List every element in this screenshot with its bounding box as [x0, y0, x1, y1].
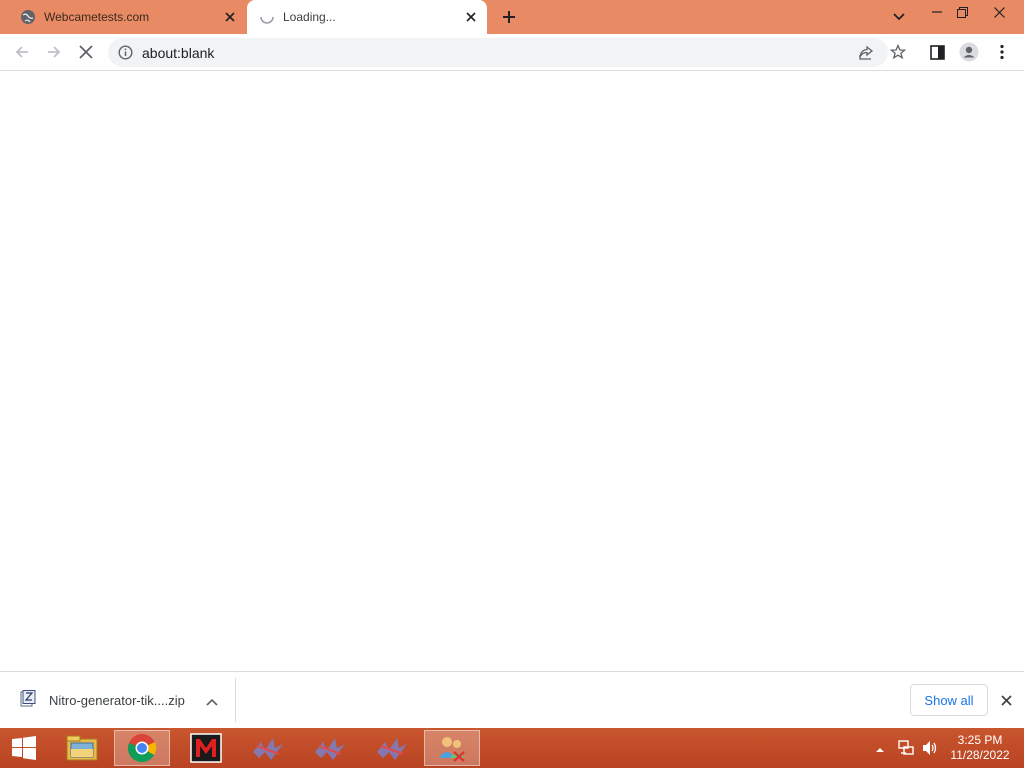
clock-time: 3:25 PM [957, 733, 1003, 747]
forward-icon[interactable] [40, 38, 68, 66]
taskbar: 3:25 PM 11/28/2022 [0, 728, 1024, 768]
tab-strip: Webcametests.com Loading... [0, 0, 1024, 34]
close-window-icon[interactable] [982, 0, 1016, 24]
clock-date: 11/28/2022 [950, 748, 1010, 762]
tab-loading[interactable]: Loading... [247, 0, 487, 34]
tab-webcametests[interactable]: Webcametests.com [8, 0, 246, 34]
back-icon[interactable] [8, 38, 36, 66]
volume-icon[interactable] [921, 739, 939, 760]
loading-spinner-icon [259, 9, 275, 25]
stop-icon[interactable] [72, 38, 100, 66]
star-icon[interactable] [884, 38, 912, 66]
new-tab-button[interactable] [498, 6, 520, 28]
toolbar: about:blank [0, 34, 1024, 71]
menu-icon[interactable] [988, 38, 1016, 66]
page-content[interactable] [0, 71, 1024, 671]
info-icon[interactable] [118, 45, 133, 63]
share-icon[interactable] [858, 45, 874, 64]
close-icon[interactable] [220, 7, 240, 27]
side-panel-icon[interactable] [923, 38, 951, 66]
profile-icon[interactable] [955, 38, 983, 66]
restore-icon[interactable] [945, 0, 979, 24]
tab-search-dropdown-icon[interactable] [882, 5, 916, 29]
malwarebytes-icon[interactable] [178, 730, 234, 766]
globe-icon [20, 9, 36, 25]
address-bar[interactable]: about:blank [108, 38, 888, 67]
tab-title: Loading... [283, 10, 336, 24]
zip-file-icon [20, 690, 36, 711]
close-download-bar-icon[interactable] [996, 690, 1016, 710]
network-users-icon[interactable] [424, 730, 480, 766]
show-hidden-icons-icon[interactable] [875, 742, 885, 757]
app-icon-3[interactable] [364, 730, 420, 766]
tab-title: Webcametests.com [44, 10, 150, 24]
start-icon[interactable] [0, 730, 48, 766]
download-item[interactable]: Nitro-generator-tik....zip [8, 678, 236, 722]
download-bar: Nitro-generator-tik....zip Show all [0, 671, 1024, 728]
download-file-name: Nitro-generator-tik....zip [49, 693, 185, 708]
network-icon[interactable] [897, 739, 915, 760]
app-icon-1[interactable] [240, 730, 296, 766]
show-all-button[interactable]: Show all [910, 684, 988, 716]
chevron-up-icon[interactable] [206, 694, 218, 709]
chrome-icon[interactable] [114, 730, 170, 766]
url-text: about:blank [142, 45, 215, 61]
app-icon-2[interactable] [302, 730, 358, 766]
close-icon[interactable] [461, 7, 481, 27]
system-clock[interactable]: 3:25 PM 11/28/2022 [940, 733, 1020, 763]
file-explorer-icon[interactable] [54, 730, 110, 766]
